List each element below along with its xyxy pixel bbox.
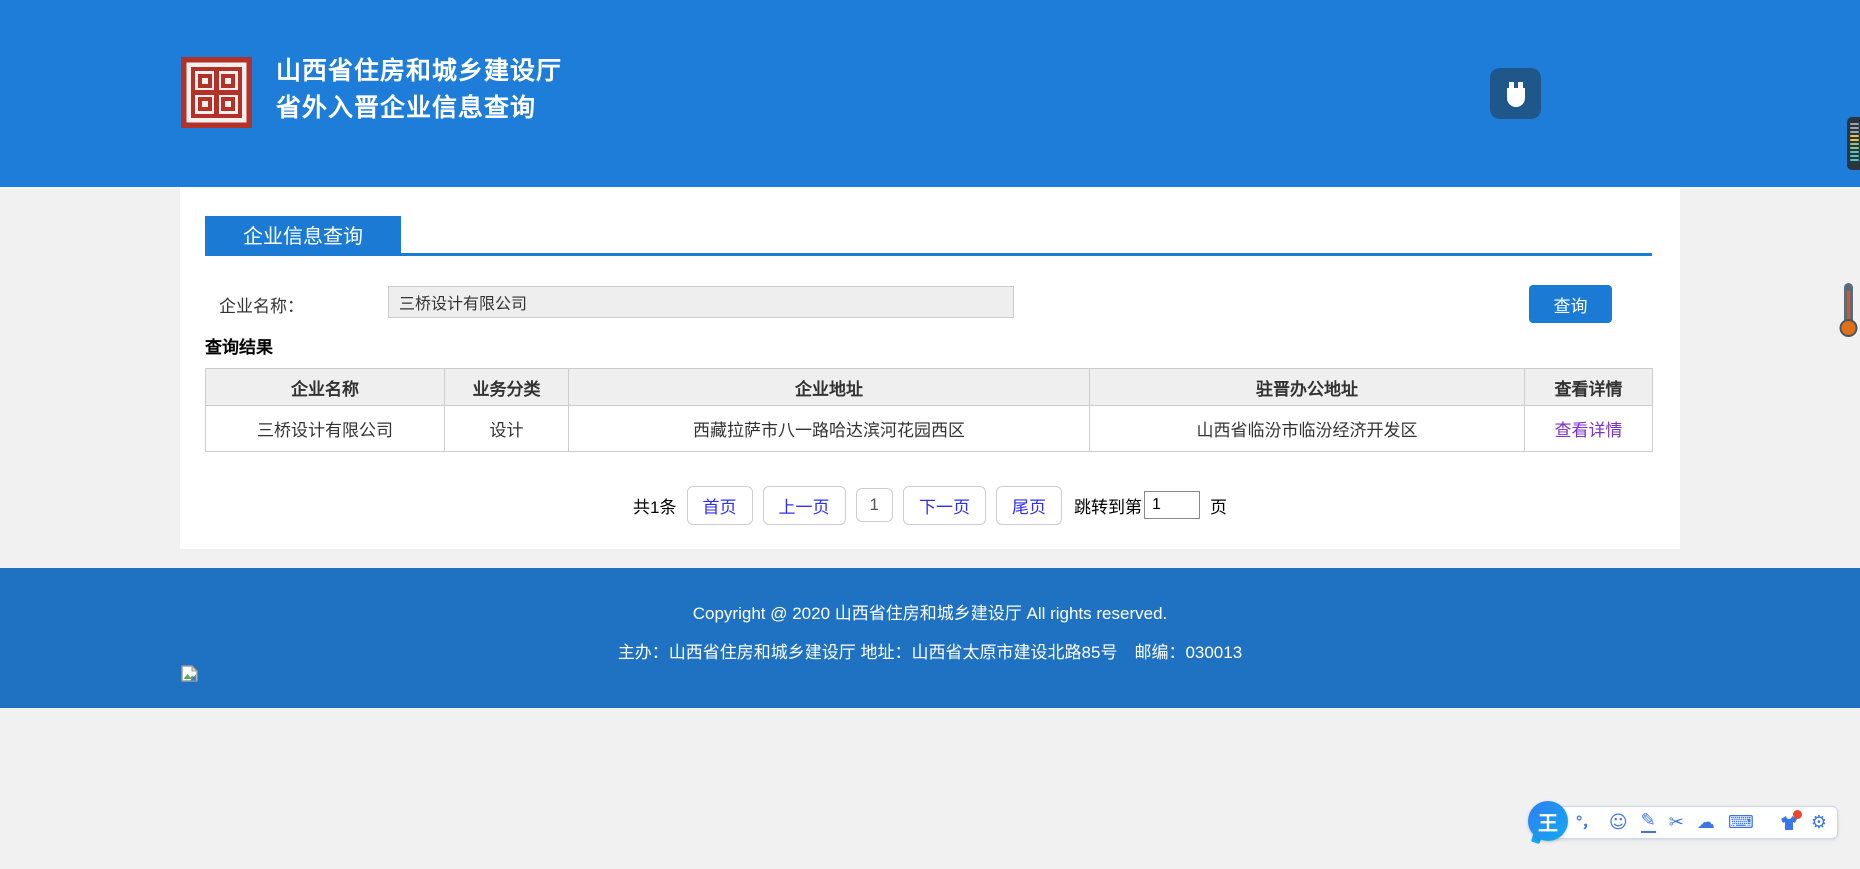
cell-enterprise-address: 西藏拉萨市八一路哈达滨河花园西区 [569,406,1090,452]
ime-emoji-icon[interactable]: ☺ [1609,814,1628,832]
jump-label-suffix: 页 [1210,493,1227,518]
ime-scissors-icon[interactable]: ✂ [1669,814,1684,832]
site-title-line1: 山西省住房和城乡建设厅 [276,53,562,90]
plug-icon [1502,79,1530,109]
ime-handwriting-icon[interactable]: ✎ [1641,812,1656,833]
footer-contact-text: 主办：山西省住房和城乡建设厅 地址：山西省太原市建设北路85号 邮编：03001… [0,638,1860,663]
col-header-enterprise-address: 企业地址 [569,369,1090,406]
ime-punctuation-icon[interactable]: °， [1575,815,1596,830]
notification-dot [1793,810,1802,819]
ime-logo-icon[interactable]: 王 [1528,801,1568,841]
page-footer: Copyright @ 2020 山西省住房和城乡建设厅 All rights … [0,568,1860,708]
cell-enterprise-name: 三桥设计有限公司 [206,406,445,452]
ime-settings-icon[interactable]: ⚙ [1811,814,1827,832]
enterprise-name-input[interactable] [388,286,1014,318]
copyright-text: Copyright @ 2020 山西省住房和城乡建设厅 All rights … [0,568,1860,624]
site-title: 山西省住房和城乡建设厅 省外入晋企业信息查询 [276,53,562,127]
view-detail-link[interactable]: 查看详情 [1555,421,1623,440]
ime-cloud-icon[interactable]: ☁ [1697,814,1715,832]
results-title: 查询结果 [205,333,273,358]
department-logo-icon [181,57,252,128]
col-header-enterprise-name: 企业名称 [206,369,445,406]
first-page-button[interactable]: 首页 [687,486,753,525]
enterprise-name-label: 企业名称： [219,292,304,317]
thermometer-icon[interactable] [1836,281,1860,337]
page-header: 山西省住房和城乡建设厅 省外入晋企业信息查询 [0,0,1860,187]
query-button[interactable]: 查询 [1529,285,1612,323]
current-page-button[interactable]: 1 [856,488,893,522]
ime-toolbar: 中 °， ☺ ✎ ✂ ☁ ⌨ ⚙ [1546,806,1838,839]
table-header-row: 企业名称 业务分类 企业地址 驻晋办公地址 查看详情 [206,369,1653,406]
tab-underline [205,253,1652,256]
plugin-button[interactable] [1490,68,1541,119]
sidebar-ruler-widget[interactable] [1847,117,1860,170]
next-page-button[interactable]: 下一页 [903,486,986,525]
site-title-line2: 省外入晋企业信息查询 [276,90,562,127]
prev-page-button[interactable]: 上一页 [763,486,846,525]
jump-page-input[interactable] [1144,491,1200,519]
results-table: 企业名称 业务分类 企业地址 驻晋办公地址 查看详情 三桥设计有限公司 设计 西… [205,368,1653,452]
pagination: 共1条 首页 上一页 1 下一页 尾页 跳转到第 页 [180,486,1680,524]
last-page-button[interactable]: 尾页 [996,486,1062,525]
cell-business-category: 设计 [445,406,569,452]
cell-office-address: 山西省临汾市临汾经济开发区 [1090,406,1525,452]
total-count-label: 共1条 [633,493,676,518]
col-header-view-detail: 查看详情 [1525,369,1653,406]
broken-image-icon [181,665,198,682]
ime-keyboard-icon[interactable]: ⌨ [1728,814,1754,832]
jump-label-prefix: 跳转到第 [1074,493,1142,518]
col-header-office-address: 驻晋办公地址 [1090,369,1525,406]
content-card: 企业信息查询 企业名称： 查询 查询结果 企业名称 业务分类 企业地址 驻晋办公… [180,187,1680,549]
col-header-business-category: 业务分类 [445,369,569,406]
ime-skin-icon[interactable] [1780,815,1798,831]
tab-enterprise-info-query[interactable]: 企业信息查询 [205,216,401,253]
table-row: 三桥设计有限公司 设计 西藏拉萨市八一路哈达滨河花园西区 山西省临汾市临汾经济开… [206,406,1653,452]
